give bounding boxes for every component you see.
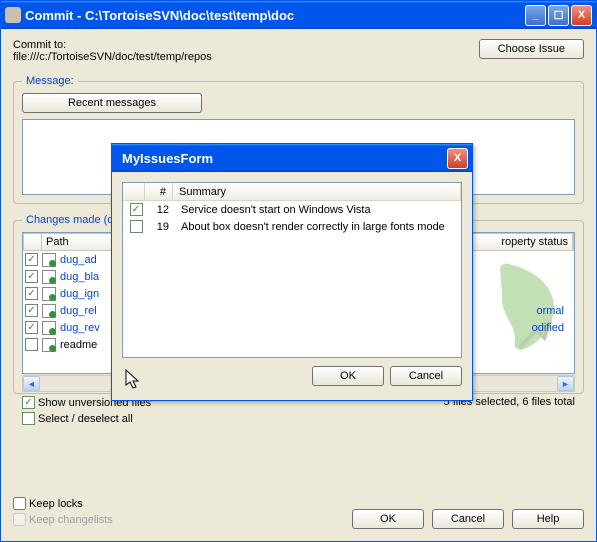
commit-window: Commit - C:\TortoiseSVN\doc\test\temp\do… bbox=[0, 0, 597, 542]
issues-list-header[interactable]: # Summary bbox=[123, 183, 461, 201]
titlebar[interactable]: Commit - C:\TortoiseSVN\doc\test\temp\do… bbox=[1, 1, 596, 29]
file-checkbox[interactable] bbox=[25, 321, 38, 334]
select-deselect-label: Select / deselect all bbox=[38, 413, 133, 425]
issue-summary: Service doesn't start on Windows Vista bbox=[175, 204, 459, 216]
message-legend: Message: bbox=[22, 75, 78, 87]
issue-checkbox[interactable] bbox=[130, 203, 143, 216]
issue-row[interactable]: 19About box doesn't render correctly in … bbox=[123, 218, 461, 235]
file-name: dug_bla bbox=[60, 271, 99, 283]
keep-changelists-checkbox bbox=[13, 513, 26, 526]
file-name: dug_rev bbox=[60, 322, 100, 334]
maximize-button[interactable]: ☐ bbox=[548, 5, 569, 26]
header-path[interactable]: Path bbox=[42, 234, 114, 250]
file-checkbox[interactable] bbox=[25, 304, 38, 317]
file-icon bbox=[42, 270, 56, 284]
show-unversioned-checkbox[interactable] bbox=[22, 396, 35, 409]
file-name: readme bbox=[60, 339, 97, 351]
dialog-cancel-button[interactable]: Cancel bbox=[390, 366, 462, 386]
issues-list[interactable]: # Summary 12Service doesn't start on Win… bbox=[122, 182, 462, 358]
file-checkbox[interactable] bbox=[25, 338, 38, 351]
dialog-ok-button[interactable]: OK bbox=[312, 366, 384, 386]
file-status: ormal bbox=[536, 305, 564, 317]
minimize-button[interactable]: _ bbox=[525, 5, 546, 26]
file-icon bbox=[42, 253, 56, 267]
issues-header-summary[interactable]: Summary bbox=[173, 183, 461, 200]
file-status: odified bbox=[532, 322, 564, 334]
choose-issue-button[interactable]: Choose Issue bbox=[479, 39, 584, 59]
recent-messages-button[interactable]: Recent messages bbox=[22, 93, 202, 113]
file-icon bbox=[42, 304, 56, 318]
file-icon bbox=[42, 321, 56, 335]
file-icon bbox=[42, 287, 56, 301]
keep-changelists-label: Keep changelists bbox=[29, 514, 113, 526]
header-check[interactable] bbox=[24, 234, 42, 250]
issue-number: 12 bbox=[147, 204, 175, 216]
file-name: dug_ign bbox=[60, 288, 99, 300]
select-deselect-checkbox[interactable] bbox=[22, 412, 35, 425]
issue-summary: About box doesn't render correctly in la… bbox=[175, 221, 459, 233]
file-checkbox[interactable] bbox=[25, 253, 38, 266]
scroll-right-icon[interactable]: ► bbox=[557, 376, 574, 391]
ok-button[interactable]: OK bbox=[352, 509, 424, 529]
file-checkbox[interactable] bbox=[25, 287, 38, 300]
dialog-title: MyIssuesForm bbox=[116, 151, 447, 166]
issue-number: 19 bbox=[147, 221, 175, 233]
window-title: Commit - C:\TortoiseSVN\doc\test\temp\do… bbox=[25, 8, 525, 23]
issues-dialog: MyIssuesForm X # Summary 12Service doesn… bbox=[111, 143, 473, 401]
changes-legend: Changes made (d bbox=[22, 214, 117, 226]
app-icon bbox=[5, 7, 21, 23]
cancel-button[interactable]: Cancel bbox=[432, 509, 504, 529]
file-name: dug_rel bbox=[60, 305, 97, 317]
help-button[interactable]: Help bbox=[512, 509, 584, 529]
dialog-close-button[interactable]: X bbox=[447, 148, 468, 169]
keep-locks-checkbox[interactable] bbox=[13, 497, 26, 510]
issues-header-number[interactable]: # bbox=[145, 183, 173, 200]
keep-locks-label: Keep locks bbox=[29, 498, 83, 510]
file-icon bbox=[42, 338, 56, 352]
close-button[interactable]: X bbox=[571, 5, 592, 26]
scroll-left-icon[interactable]: ◄ bbox=[23, 376, 40, 391]
file-checkbox[interactable] bbox=[25, 270, 38, 283]
issue-row[interactable]: 12Service doesn't start on Windows Vista bbox=[123, 201, 461, 218]
issues-header-check[interactable] bbox=[123, 183, 145, 200]
commit-to-label: Commit to: bbox=[13, 39, 471, 51]
file-name: dug_ad bbox=[60, 254, 97, 266]
commit-url: file:///c:/TortoiseSVN/doc/test/temp/rep… bbox=[13, 51, 471, 63]
dialog-titlebar[interactable]: MyIssuesForm X bbox=[112, 144, 472, 172]
issue-checkbox[interactable] bbox=[130, 220, 143, 233]
